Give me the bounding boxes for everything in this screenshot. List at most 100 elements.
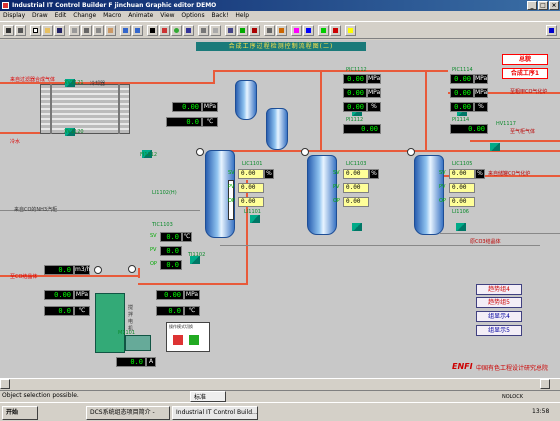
lic1103-unit: % <box>369 169 379 179</box>
tag-lic1105: LIC1105 <box>452 161 473 167</box>
page-title: 合成工序过程检测控制流程图(二) <box>196 42 366 51</box>
menu-display[interactable]: Display <box>3 12 25 19</box>
horizontal-scrollbar[interactable] <box>0 378 560 389</box>
pipe-drop-b <box>320 70 322 150</box>
trend-group-5-button[interactable]: 趋势组5 <box>476 297 522 308</box>
ime-indicator[interactable]: 标准 <box>190 391 226 402</box>
lic1103-op: 0.00 <box>343 197 369 207</box>
tag-li1106: LI1106 <box>452 209 469 215</box>
group-icon[interactable] <box>198 25 209 36</box>
maximize-button[interactable]: □ <box>538 1 548 10</box>
grid-icon[interactable] <box>264 25 275 36</box>
line-tool-icon[interactable] <box>147 25 158 36</box>
copy-icon[interactable] <box>93 25 104 36</box>
overview-button[interactable]: 总貌 <box>502 54 548 65</box>
window-titlebar: Industrial IT Control Builder F jinchuan… <box>0 0 560 11</box>
pic1114-pv-unit: MPa <box>474 88 488 98</box>
taskbar-item-control-builder[interactable]: Industrial IT Control Build... <box>172 406 258 420</box>
label-to-synthesis: 至粗甲CO气化炉 <box>510 89 548 95</box>
lic1101-unit: % <box>264 169 274 179</box>
tag-li1102: LI1102(H) <box>152 190 177 196</box>
app-icon <box>2 2 9 9</box>
menu-options[interactable]: Options <box>181 12 204 19</box>
zoom-in-icon[interactable] <box>237 25 248 36</box>
pic1112-sv-unit: MPa <box>367 74 381 84</box>
control-valve-hv1117[interactable] <box>490 143 500 151</box>
nolock-indicator: NOLOCK <box>502 394 523 400</box>
label-inlet-gas: 来自过滤器合成气体 <box>10 77 56 83</box>
group-display-4-button[interactable]: 组显示4 <box>476 311 522 322</box>
menu-help[interactable]: Help <box>235 12 249 19</box>
ellipse-tool-icon[interactable] <box>171 25 182 36</box>
heat-exchanger-shell <box>50 84 120 134</box>
mode-stop-button[interactable] <box>173 335 183 345</box>
layer-icon[interactable] <box>276 25 287 36</box>
pipe-tail <box>470 140 560 142</box>
new-icon[interactable] <box>30 25 41 36</box>
align-icon[interactable] <box>225 25 236 36</box>
pi1114-value: 0.00 <box>450 124 488 134</box>
font-icon[interactable] <box>303 25 314 36</box>
group-display-5-button[interactable]: 组显示5 <box>476 325 522 336</box>
menu-macro[interactable]: Macro <box>103 12 121 19</box>
control-valve-lic1101[interactable] <box>250 215 260 223</box>
menu-back[interactable]: Back! <box>212 12 229 19</box>
cut-icon[interactable] <box>81 25 92 36</box>
context-help-icon[interactable] <box>546 25 557 36</box>
run-icon[interactable] <box>318 25 329 36</box>
lic1103-pv: 0.00 <box>343 183 369 193</box>
synthesis-button[interactable]: 合成工序1 <box>502 68 548 79</box>
tag-fi1112: FI1112 <box>140 152 158 158</box>
open-icon[interactable] <box>42 25 53 36</box>
label-from-tank: 来自储罐CO气化炉 <box>488 171 531 177</box>
mode-switch-panel[interactable]: 操作模式切换 <box>166 322 210 352</box>
help-icon[interactable] <box>345 25 356 36</box>
arrow-tool-icon[interactable] <box>15 25 26 36</box>
tic1103-unit: ℃ <box>182 232 192 242</box>
taskbar-item-dcs[interactable]: DCS系统组态项目简介 - <box>86 406 170 420</box>
lic1101-pv: 0.00 <box>238 183 264 193</box>
undo-icon[interactable] <box>120 25 131 36</box>
rect-tool-icon[interactable] <box>159 25 170 36</box>
color-icon[interactable] <box>291 25 302 36</box>
lower-temp-unit: ℃ <box>74 306 90 316</box>
select-tool-icon[interactable] <box>3 25 14 36</box>
lic1105-pv-label: PV <box>439 184 446 190</box>
label-water: 冷水 <box>10 139 21 145</box>
menu-draw[interactable]: Draw <box>32 12 48 19</box>
pic1114-op-unit: % <box>474 102 488 112</box>
scroll-left-icon[interactable] <box>0 379 10 389</box>
control-valve-lic1105[interactable] <box>456 223 466 231</box>
mode-run-button[interactable] <box>189 335 199 345</box>
menu-animate[interactable]: Animate <box>128 12 153 19</box>
pressure-gauge-icon <box>196 148 204 156</box>
pipe-header-top <box>213 70 448 72</box>
fi1101-unit: m3/h <box>74 265 91 275</box>
lic1101-pv-label: PV <box>228 184 235 190</box>
stop-icon[interactable] <box>330 25 341 36</box>
lic1105-sv: 0.00 <box>449 169 475 179</box>
pressure-gauge-icon <box>407 148 415 156</box>
scroll-right-icon[interactable] <box>540 379 550 389</box>
label-from-co: 至CO结晶体 <box>10 274 38 280</box>
zoom-out-icon[interactable] <box>249 25 260 36</box>
lic1105-op-label: OP <box>439 198 446 204</box>
trend-group-4-button[interactable]: 趋势组4 <box>476 284 522 295</box>
menu-view[interactable]: View <box>160 12 174 19</box>
minimize-button[interactable]: _ <box>527 1 537 10</box>
menu-change[interactable]: Change <box>73 12 96 19</box>
redo-icon[interactable] <box>132 25 143 36</box>
close-button[interactable]: × <box>549 1 559 10</box>
ti1102-pressure-unit: MPa <box>184 290 200 300</box>
save-icon[interactable] <box>54 25 65 36</box>
label-tail-gas: 至气柜气体 <box>510 129 536 135</box>
menu-edit[interactable]: Edit <box>55 12 67 19</box>
start-button[interactable]: 开始 <box>2 406 38 420</box>
print-icon[interactable] <box>69 25 80 36</box>
label-feed: 来自CO的NH3汽柜 <box>14 207 58 213</box>
text-tool-icon[interactable] <box>183 25 194 36</box>
ungroup-icon[interactable] <box>210 25 221 36</box>
paste-icon[interactable] <box>105 25 116 36</box>
control-valve-lic1103[interactable] <box>352 223 362 231</box>
label-co2: 原CO3结晶体 <box>470 239 501 245</box>
